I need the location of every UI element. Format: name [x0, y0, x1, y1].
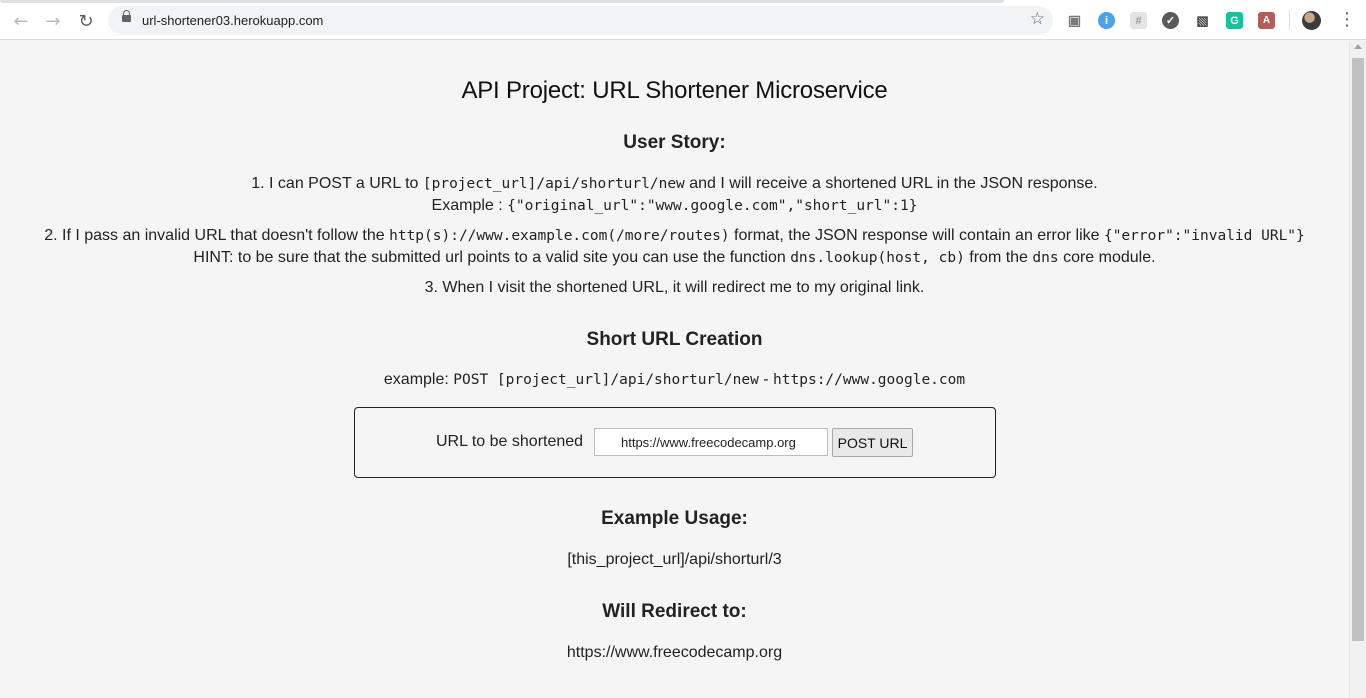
bus-icon[interactable]: ▧	[1194, 12, 1211, 29]
address-bar-url[interactable]: url-shortener03.herokuapp.com	[142, 13, 323, 28]
back-icon[interactable]: ←	[8, 8, 34, 34]
creation-example-endpoint: POST [project_url]/api/shorturl/new	[453, 372, 759, 388]
url-input-label: URL to be shortened	[436, 433, 584, 450]
grid-icon[interactable]: #	[1130, 12, 1147, 29]
page-content: API Project: URL Shortener Microservice …	[0, 41, 1349, 698]
star-icon[interactable]: ☆	[1030, 9, 1045, 29]
camera-icon[interactable]: ▣	[1066, 12, 1083, 29]
creation-example-url: https://www.google.com	[773, 372, 966, 388]
creation-example-dash: -	[763, 371, 769, 388]
creation-example-label: example:	[383, 371, 449, 388]
hint-text-c: core module.	[1063, 249, 1156, 266]
item2-text-a: 2. If I pass an invalid URL that doesn't…	[44, 227, 385, 244]
example-label: Example :	[431, 197, 503, 214]
leaf-icon[interactable]: ✓	[1162, 12, 1179, 29]
hint-text-a: HINT: to be sure that the submitted url …	[193, 249, 786, 266]
user-story-item-1-example: Example : {"original_url":"www.google.co…	[0, 197, 1349, 215]
url-input[interactable]	[594, 428, 828, 456]
redirect-target-text: https://www.freecodecamp.org	[566, 644, 783, 661]
hint-module-code: dns	[1032, 250, 1059, 266]
grammarly-icon[interactable]: G	[1226, 12, 1243, 29]
user-story-item-2: 2. If I pass an invalid URL that doesn't…	[0, 227, 1349, 245]
creation-example: example: POST [project_url]/api/shorturl…	[0, 371, 1349, 389]
scroll-up-arrow-icon[interactable]	[1354, 44, 1362, 49]
profile-avatar[interactable]	[1302, 11, 1321, 30]
page-scrollbar[interactable]	[1349, 41, 1366, 698]
lock-icon[interactable]	[122, 10, 131, 22]
toolbar-separator	[1289, 10, 1290, 30]
item1-endpoint-code: [project_url]/api/shorturl/new	[422, 176, 685, 192]
browser-toolbar: ← → ↻ url-shortener03.herokuapp.com ☆ ▣ …	[0, 0, 1366, 40]
example-json-code: {"original_url":"www.google.com","short_…	[507, 198, 918, 214]
kebab-menu-icon[interactable]: ⋮	[1338, 9, 1356, 30]
short-url-creation-heading: Short URL Creation	[586, 329, 763, 350]
item2-url-format-code: http(s)://www.example.com(/more/routes)	[389, 228, 730, 244]
pdf-icon[interactable]: A	[1258, 12, 1275, 29]
item1-text-a: 1. I can POST a URL to	[251, 175, 419, 192]
item1-text-b: and I will receive a shortened URL in th…	[689, 175, 1098, 192]
user-story-item-3: 3. When I visit the shortened URL, it wi…	[424, 279, 925, 296]
forward-icon[interactable]: →	[40, 8, 66, 34]
will-redirect-heading: Will Redirect to:	[602, 601, 747, 622]
item2-text-b: format, the JSON response will contain a…	[734, 227, 1100, 244]
shorten-form: URL to be shortened POST URL	[354, 407, 996, 478]
example-usage-text: [this_project_url]/api/shorturl/3	[567, 551, 782, 568]
post-url-button[interactable]: POST URL	[832, 428, 913, 457]
tab-strip-edge	[0, 0, 1004, 3]
hint-function-code: dns.lookup(host, cb)	[790, 250, 965, 266]
user-story-item-1: 1. I can POST a URL to [project_url]/api…	[0, 175, 1349, 193]
user-story-heading: User Story:	[623, 132, 726, 153]
address-bar[interactable]: url-shortener03.herokuapp.com ☆	[108, 6, 1053, 35]
example-usage-heading: Example Usage:	[601, 508, 748, 529]
page-title: API Project: URL Shortener Microservice	[461, 77, 888, 104]
hint-text-b: from the	[969, 249, 1028, 266]
scrollbar-thumb[interactable]	[1352, 58, 1364, 641]
reload-icon[interactable]: ↻	[73, 8, 99, 34]
item2-error-code: {"error":"invalid URL"}	[1103, 228, 1305, 244]
user-story-hint: HINT: to be sure that the submitted url …	[0, 249, 1349, 267]
info-icon[interactable]: i	[1098, 12, 1115, 29]
